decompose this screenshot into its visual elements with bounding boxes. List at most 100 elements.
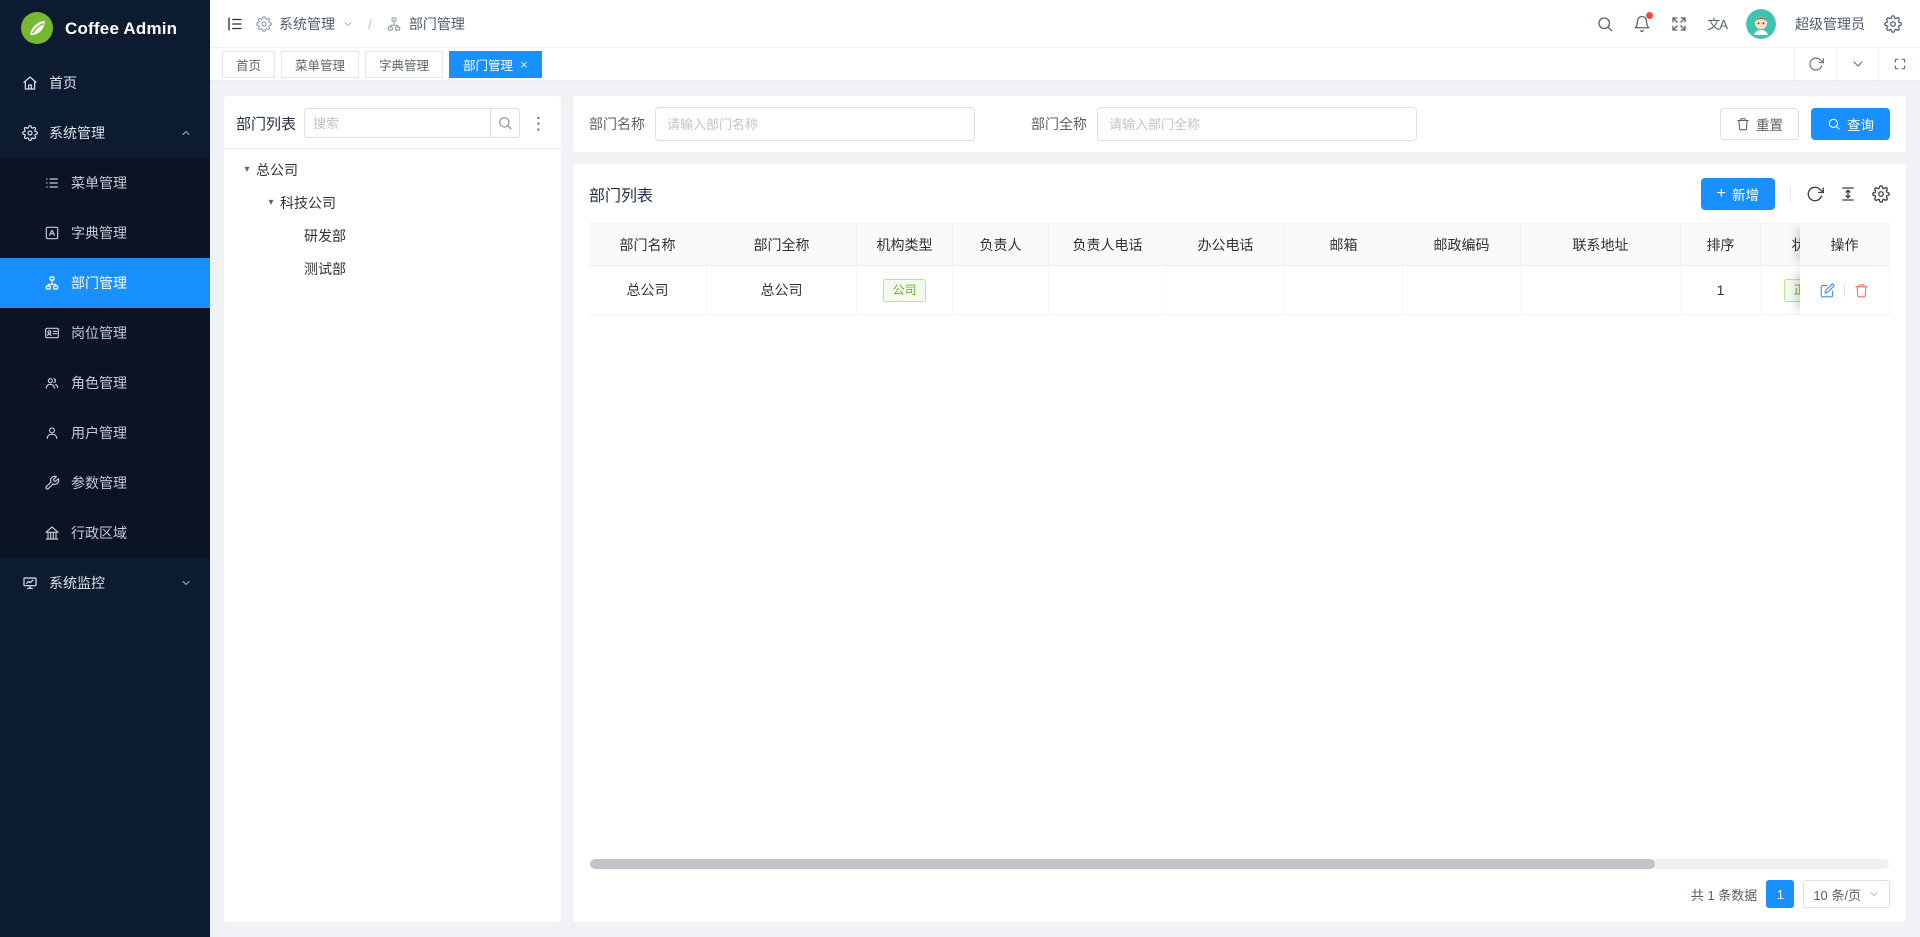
trash-icon [1736, 117, 1750, 131]
translate-icon[interactable]: 文A [1707, 14, 1727, 33]
home-icon [22, 75, 38, 91]
maximize-icon [1892, 56, 1908, 72]
wrench-icon [44, 475, 60, 491]
bank-icon [44, 525, 60, 541]
tree-node-test[interactable]: 测试部 [236, 252, 549, 285]
dept-name-input[interactable] [655, 107, 975, 141]
col-actions: 操作 [1800, 223, 1890, 266]
divider [1844, 284, 1845, 297]
dept-tree-header: 部门列表 ⋮ [236, 108, 549, 138]
caret-down-icon[interactable]: ▾ [262, 197, 280, 208]
tab-dict-mgmt[interactable]: 字典管理 [365, 51, 443, 78]
sidebar-item-role-mgmt[interactable]: 角色管理 [0, 358, 210, 408]
tab-dept-mgmt[interactable]: 部门管理 × [449, 51, 542, 78]
reset-button[interactable]: 重置 [1720, 108, 1799, 140]
dept-fullname-input[interactable] [1097, 107, 1417, 141]
col-leader-phone: 负责人电话 [1049, 223, 1167, 266]
sidebar-item-param-mgmt[interactable]: 参数管理 [0, 458, 210, 508]
avatar[interactable] [1746, 9, 1776, 39]
cell-dept-name: 总公司 [589, 266, 707, 315]
col-email: 邮箱 [1285, 223, 1403, 266]
edit-button[interactable] [1820, 283, 1835, 298]
cell-dept-fullname: 总公司 [707, 266, 857, 315]
page-1-button[interactable]: 1 [1766, 880, 1794, 908]
maximize-button[interactable] [1878, 48, 1920, 81]
tab-menu-mgmt[interactable]: 菜单管理 [281, 51, 359, 78]
breadcrumb-parent[interactable]: 系统管理 [256, 14, 354, 34]
breadcrumb: 系统管理 / 部门管理 [226, 14, 465, 34]
notifications-button[interactable] [1633, 15, 1651, 33]
sidebar-item-dict-mgmt[interactable]: 字典管理 [0, 208, 210, 258]
horizontal-scrollbar[interactable] [590, 859, 1889, 869]
sidebar-collapse-icon[interactable] [226, 15, 244, 33]
page-size-select[interactable]: 10 条/页 [1803, 880, 1890, 908]
col-sort: 排序 [1681, 223, 1761, 266]
refresh-tab-button[interactable] [1794, 48, 1836, 81]
right-column: 部门名称 部门全称 重置 查询 [573, 96, 1906, 922]
sidebar-item-system[interactable]: 系统管理 [0, 108, 210, 158]
sidebar-item-home[interactable]: 首页 [0, 58, 210, 108]
delete-button[interactable] [1854, 283, 1869, 298]
dept-table: 部门名称 部门全称 机构类型 负责人 负责人电话 办公电话 邮箱 邮政编码 联系… [589, 223, 1890, 315]
chevron-down-icon [1868, 888, 1880, 900]
search-icon [1827, 117, 1841, 131]
sidebar-item-post-mgmt[interactable]: 岗位管理 [0, 308, 210, 358]
cell-sort: 1 [1681, 266, 1761, 315]
people-icon [44, 375, 60, 391]
close-icon[interactable]: × [520, 58, 528, 71]
tree-node-tech[interactable]: ▾ 科技公司 [236, 186, 549, 219]
org-chart-icon [44, 275, 60, 291]
sidebar-item-menu-mgmt[interactable]: 菜单管理 [0, 158, 210, 208]
scrollbar-thumb[interactable] [590, 859, 1655, 869]
filter-dept-name: 部门名称 [589, 107, 975, 141]
col-postcode: 邮政编码 [1403, 223, 1521, 266]
chevron-down-icon [342, 18, 354, 30]
tab-bar: 首页 菜单管理 字典管理 部门管理 × [210, 48, 1920, 81]
sidebar-item-region[interactable]: 行政区域 [0, 508, 210, 558]
notification-badge [1646, 12, 1653, 19]
user-icon [44, 425, 60, 441]
tree-search-input[interactable] [304, 108, 490, 138]
edit-icon [1820, 283, 1835, 298]
tree-node-rd[interactable]: 研发部 [236, 219, 549, 252]
sidebar-item-label: 参数管理 [71, 473, 127, 493]
sidebar-item-user-mgmt[interactable]: 用户管理 [0, 408, 210, 458]
table-row[interactable]: 总公司 总公司 公司 1 正 [589, 266, 1890, 315]
sidebar-item-monitor[interactable]: 系统监控 [0, 558, 210, 608]
gear-icon [256, 16, 272, 32]
pagination-total: 共 1 条数据 [1691, 885, 1757, 904]
table-card-header: 部门列表 + 新增 [589, 178, 1890, 210]
refresh-icon [1806, 185, 1824, 203]
search-icon[interactable] [1596, 15, 1614, 33]
column-settings-button[interactable] [1872, 185, 1890, 203]
cell-address [1521, 266, 1681, 315]
fullscreen-icon[interactable] [1670, 15, 1688, 33]
sidebar-item-dept-mgmt[interactable]: 部门管理 [0, 258, 210, 308]
dept-table-card: 部门列表 + 新增 [573, 164, 1906, 922]
sidebar-item-label: 角色管理 [71, 373, 127, 393]
username[interactable]: 超级管理员 [1795, 14, 1865, 34]
col-office-phone: 办公电话 [1167, 223, 1285, 266]
caret-down-icon[interactable]: ▾ [238, 164, 256, 175]
plus-icon: + [1717, 186, 1726, 202]
table-actions: + 新增 [1701, 178, 1890, 210]
tree-search-button[interactable] [490, 108, 520, 138]
sidebar-submenu-system: 菜单管理 字典管理 部门管理 岗位管理 角色管理 [0, 158, 210, 558]
gear-icon[interactable] [1884, 15, 1902, 33]
sidebar-item-label: 部门管理 [71, 273, 127, 293]
col-leader: 负责人 [953, 223, 1049, 266]
tab-menu-button[interactable] [1836, 48, 1878, 81]
content-area: 部门列表 ⋮ ▾ 总公司 ▾ 科技公司 [210, 81, 1920, 937]
tree-more-icon[interactable]: ⋮ [528, 115, 549, 132]
filter-bar: 部门名称 部门全称 重置 查询 [573, 96, 1906, 152]
table-refresh-button[interactable] [1806, 185, 1824, 203]
dept-tree-panel: 部门列表 ⋮ ▾ 总公司 ▾ 科技公司 [224, 96, 561, 922]
query-button[interactable]: 查询 [1811, 108, 1890, 140]
tree-node-hq[interactable]: ▾ 总公司 [236, 153, 549, 186]
cell-leader [953, 266, 1049, 315]
app-logo[interactable]: Coffee Admin [0, 0, 210, 58]
tab-home[interactable]: 首页 [222, 51, 275, 78]
row-height-button[interactable] [1839, 185, 1857, 203]
org-type-tag: 公司 [883, 279, 925, 302]
add-button[interactable]: + 新增 [1701, 178, 1775, 210]
